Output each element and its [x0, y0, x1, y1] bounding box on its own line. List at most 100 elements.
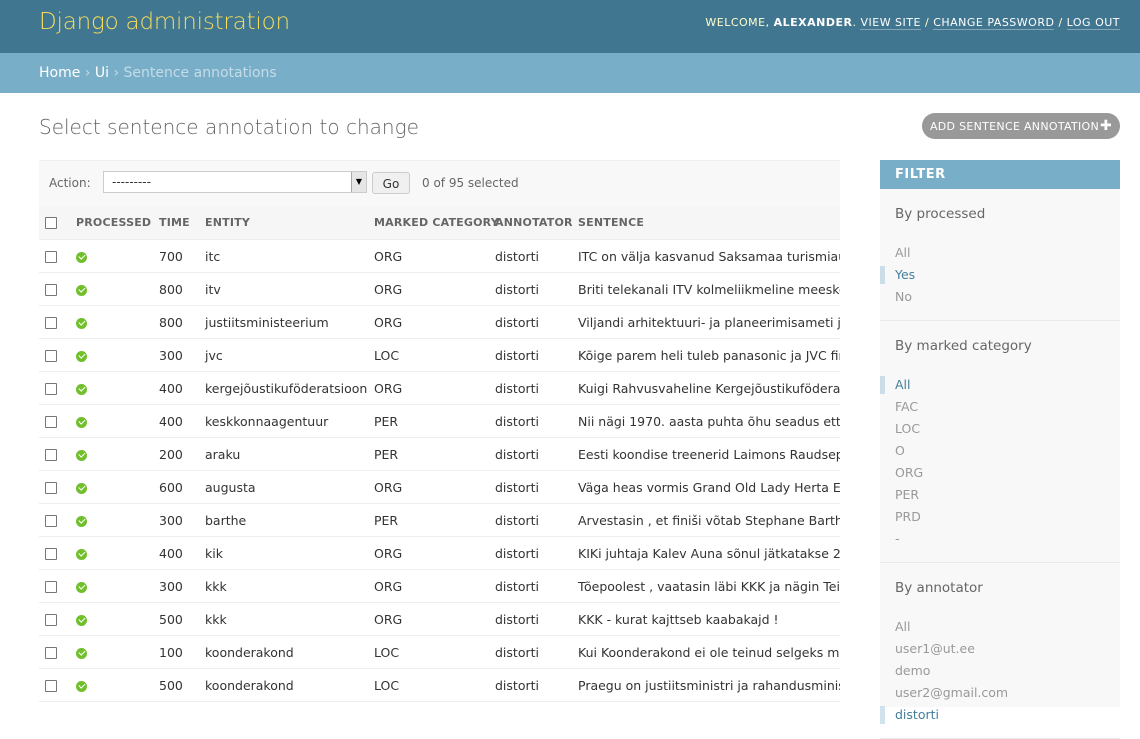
table-row[interactable]: 200 araku PER distorti Eesti koondise treene… — [39, 437, 840, 471]
table-row[interactable]: 300 kkk ORG distorti Tõepoolest , vaatasin l… — [39, 569, 840, 603]
filter-option[interactable]: All — [880, 374, 1120, 396]
filter-option[interactable]: FAC — [880, 396, 1120, 418]
annotator-cell: distorti — [489, 437, 572, 471]
row-checkbox[interactable] — [45, 449, 57, 461]
actions-bar: Action: --------- ▼ Go 0 of 95 selected — [39, 160, 840, 207]
row-checkbox[interactable] — [45, 548, 57, 560]
entity-cell[interactable]: jvc — [199, 338, 368, 372]
entity-cell[interactable]: kkk — [199, 569, 368, 603]
filter-section-title: By annotator — [895, 580, 983, 596]
row-checkbox[interactable] — [45, 515, 57, 527]
filter-section-title: By processed — [895, 206, 986, 222]
column-header-annotator[interactable]: Annotator — [489, 206, 573, 240]
table-row[interactable]: 700 itc ORG distorti ITC on välja kasvanud S… — [39, 239, 840, 273]
table-row[interactable]: 400 kergejõustikuföderatsioon ORG distorti K… — [39, 371, 840, 405]
entity-cell[interactable]: kik — [199, 536, 368, 570]
category-cell: PER — [368, 503, 489, 537]
table-row[interactable]: 400 keskkonnaagentuur PER distorti Nii nägi … — [39, 404, 840, 438]
filter-option[interactable]: distorti — [880, 704, 1120, 726]
entity-cell[interactable]: keskkonnaagentuur — [199, 404, 368, 438]
row-checkbox[interactable] — [45, 416, 57, 428]
filter-option[interactable]: No — [880, 286, 1120, 308]
filter-option[interactable]: user1@ut.ee — [880, 638, 1120, 660]
filter-option[interactable]: PER — [880, 484, 1120, 506]
table-row[interactable]: 500 koonderakond LOC distorti Praegu on just… — [39, 668, 840, 702]
row-checkbox — [39, 305, 70, 339]
filter-option[interactable]: LOC — [880, 418, 1120, 440]
table-header-row: Processed Time Entity Marked category An… — [39, 206, 840, 240]
table-row[interactable]: 100 koonderakond LOC distorti Kui Koonderako… — [39, 635, 840, 669]
column-header-entity[interactable]: Entity — [199, 206, 368, 240]
filter-option[interactable]: All — [880, 242, 1120, 264]
entity-cell[interactable]: kergejõustikuföderatsioon — [199, 371, 368, 405]
row-checkbox — [39, 569, 70, 603]
go-button[interactable]: Go — [372, 172, 410, 194]
view-site-link[interactable]: View site — [860, 16, 921, 30]
annotator-cell: distorti — [489, 305, 572, 339]
filter-option[interactable]: ORG — [880, 462, 1120, 484]
select-all-checkbox[interactable] — [45, 217, 57, 229]
breadcrumb-home[interactable]: Home — [39, 65, 80, 81]
table-row[interactable]: 300 barthe PER distorti Arvestasin , et fini… — [39, 503, 840, 537]
category-cell: LOC — [368, 635, 489, 669]
filter-option[interactable]: Yes — [880, 264, 1120, 286]
entity-cell[interactable]: itv — [199, 272, 368, 306]
column-header-marked-category[interactable]: Marked category — [368, 206, 499, 240]
yes-icon — [76, 515, 87, 527]
table-row[interactable]: 300 jvc LOC distorti Kõige parem heli tuleb … — [39, 338, 840, 372]
log-out-link[interactable]: Log out — [1066, 16, 1120, 30]
entity-cell[interactable]: barthe — [199, 503, 368, 537]
annotator-cell: distorti — [489, 569, 572, 603]
row-checkbox[interactable] — [45, 647, 57, 659]
breadcrumb-app[interactable]: Ui — [95, 65, 109, 81]
row-checkbox[interactable] — [45, 251, 57, 263]
time-cell: 300 — [153, 569, 199, 603]
annotator-cell: distorti — [489, 503, 572, 537]
entity-cell[interactable]: augusta — [199, 470, 368, 504]
processed-cell — [70, 437, 153, 471]
filter-option[interactable]: All — [880, 616, 1120, 638]
column-header-processed[interactable]: Processed — [70, 206, 153, 240]
site-name[interactable]: Django administration — [39, 9, 290, 35]
filter-option[interactable]: PRD — [880, 506, 1120, 528]
row-checkbox[interactable] — [45, 317, 57, 329]
table-row[interactable]: 400 kik ORG distorti KIKi juhtaja Kalev Auna… — [39, 536, 840, 570]
processed-cell — [70, 371, 153, 405]
entity-cell[interactable]: araku — [199, 437, 368, 471]
filter-option[interactable]: O — [880, 440, 1120, 462]
row-checkbox[interactable] — [45, 581, 57, 593]
row-checkbox — [39, 668, 70, 702]
annotator-cell: distorti — [489, 470, 572, 504]
category-cell: ORG — [368, 536, 489, 570]
filter-option[interactable]: user2@gmail.com — [880, 682, 1120, 704]
filter-option[interactable]: demo — [880, 660, 1120, 682]
change-password-link[interactable]: Change password — [933, 16, 1055, 30]
row-checkbox[interactable] — [45, 383, 57, 395]
table-row[interactable]: 800 itv ORG distorti Briti telekanali ITV ko… — [39, 272, 840, 306]
user-tools: Welcome, alexander. View site / Change p… — [705, 16, 1120, 30]
table-row[interactable]: 600 augusta ORG distorti Väga heas vormis Gr… — [39, 470, 840, 504]
processed-cell — [70, 470, 153, 504]
column-header-sentence[interactable]: Sentence — [572, 206, 840, 240]
row-checkbox[interactable] — [45, 614, 57, 626]
row-checkbox[interactable] — [45, 350, 57, 362]
table-row[interactable]: 500 kkk ORG distorti KKK - kurat kajttseb ka… — [39, 602, 840, 636]
entity-cell[interactable]: koonderakond — [199, 635, 368, 669]
filter-option[interactable]: - — [880, 528, 1120, 550]
add-button-label: Add sentence annotation — [929, 120, 1100, 133]
entity-cell[interactable]: justiitsministeerium — [199, 305, 368, 339]
column-header-time[interactable]: Time — [153, 206, 199, 240]
action-select[interactable]: --------- ▼ — [103, 171, 367, 193]
row-checkbox[interactable] — [45, 680, 57, 692]
results-table: Processed Time Entity Marked category An… — [39, 206, 840, 707]
row-checkbox — [39, 503, 70, 537]
entity-cell[interactable]: itc — [199, 239, 368, 273]
row-checkbox[interactable] — [45, 284, 57, 296]
add-sentence-annotation-button[interactable]: Add sentence annotation✚ — [922, 113, 1120, 139]
table-row[interactable]: 800 justiitsministeerium ORG distorti Viljan… — [39, 305, 840, 339]
filter-section: By marked category All FAC LOC O ORG PER PRD - — [880, 321, 1120, 563]
filter-sidebar: Filter By processed All Yes No By marked cat… — [880, 160, 1120, 739]
entity-cell[interactable]: koonderakond — [199, 668, 368, 702]
entity-cell[interactable]: kkk — [199, 602, 368, 636]
row-checkbox[interactable] — [45, 482, 57, 494]
